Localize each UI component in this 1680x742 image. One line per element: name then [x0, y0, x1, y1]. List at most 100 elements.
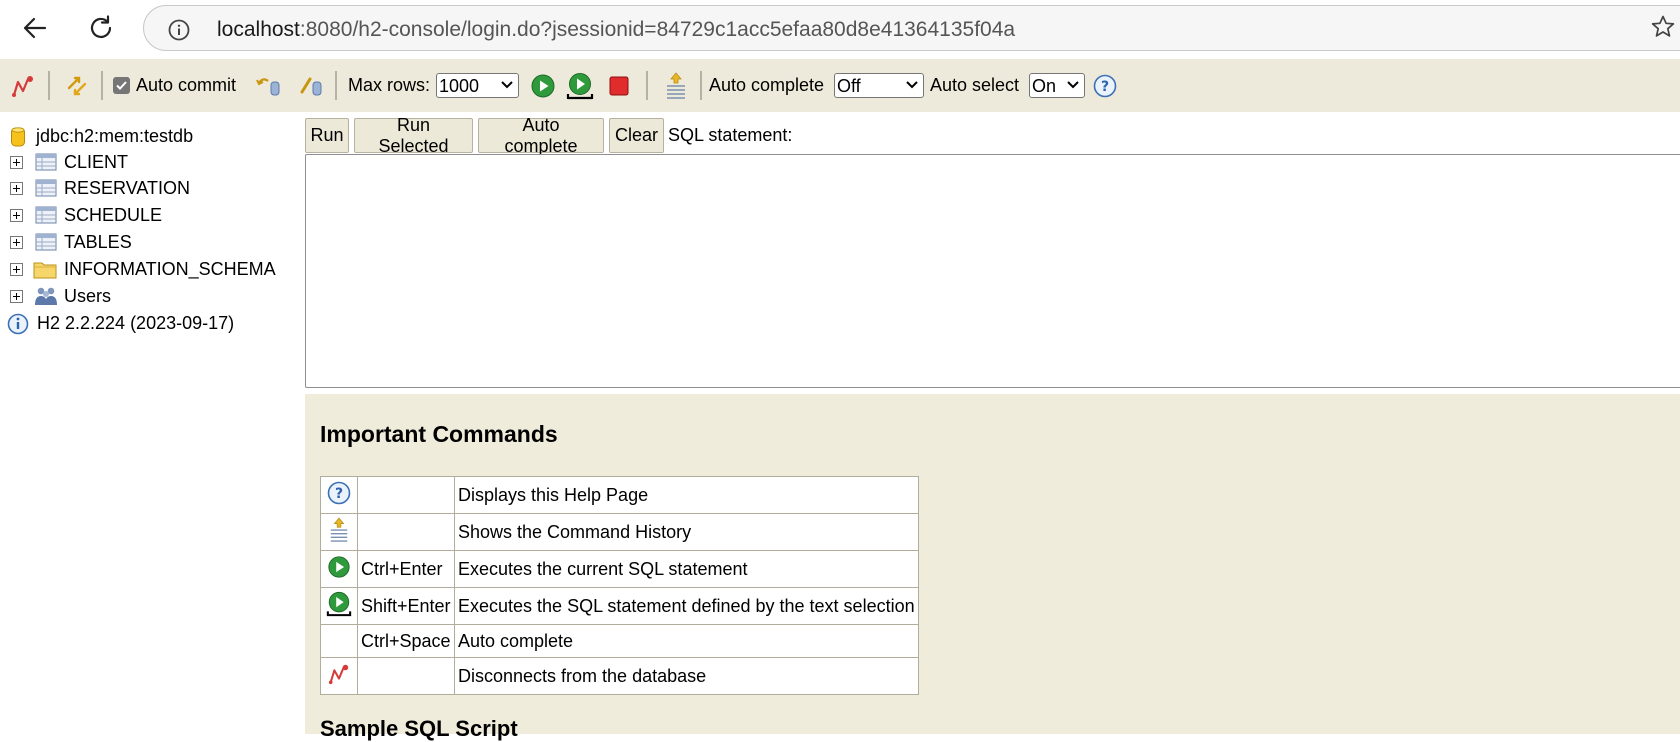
help-button[interactable]: ?	[1093, 59, 1117, 112]
rollback-button[interactable]	[255, 59, 283, 112]
auto-select-select[interactable]: On	[1029, 73, 1085, 98]
auto-complete-button[interactable]: Auto complete	[478, 115, 604, 156]
help-icon: ?	[1093, 74, 1117, 97]
max-rows-label: Max rows:	[348, 75, 431, 95]
tree-node-label: INFORMATION_SCHEMA	[64, 259, 276, 279]
run-selected-query-button[interactable]: Run Selected	[354, 115, 473, 156]
site-info-icon[interactable]	[168, 19, 190, 46]
run-selected-icon	[326, 591, 352, 616]
expand-icon[interactable]	[10, 236, 23, 249]
tree-node-schedule[interactable]: SCHEDULE	[0, 202, 300, 229]
commit-icon	[300, 77, 322, 95]
url-text[interactable]: localhost:8080/h2-console/login.do?jsess…	[217, 18, 1015, 42]
connection-node[interactable]: jdbc:h2:mem:testdb	[10, 123, 193, 150]
expand-icon[interactable]	[10, 263, 23, 276]
reload-button[interactable]	[82, 9, 120, 47]
commit-button[interactable]	[298, 59, 326, 112]
tree-node-tables[interactable]: TABLES	[0, 229, 300, 256]
rollback-icon	[256, 77, 280, 95]
run-icon	[531, 74, 555, 97]
description-cell: Executes the current SQL statement	[454, 550, 919, 588]
shortcut-cell	[357, 513, 455, 551]
description-cell: Auto complete	[454, 624, 919, 658]
tree-node-label: TABLES	[64, 232, 132, 252]
max-rows-select[interactable]: 1000	[436, 73, 519, 98]
bookmark-star-icon[interactable]	[1650, 14, 1676, 45]
sql-statement-label: SQL statement:	[668, 125, 793, 145]
version-node: H2 2.2.224 (2023-09-17)	[7, 310, 234, 337]
users-icon	[35, 287, 57, 305]
connection-label: jdbc:h2:mem:testdb	[36, 126, 194, 146]
table-row: Shows the Command History	[320, 513, 919, 551]
shortcut-cell	[357, 476, 455, 514]
history-icon	[330, 517, 348, 542]
tree-node-client[interactable]: CLIENT	[0, 149, 300, 176]
table-row: Shift+Enter Executes the SQL statement d…	[320, 587, 919, 625]
expand-icon[interactable]	[10, 209, 23, 222]
description-cell: Executes the SQL statement defined by th…	[454, 587, 919, 625]
expand-icon[interactable]	[10, 182, 23, 195]
info-icon	[7, 313, 29, 334]
back-arrow-icon	[23, 17, 47, 39]
help-icon: ?	[327, 481, 351, 504]
auto-commit-toggle[interactable]: Auto commit	[113, 59, 236, 112]
toolbar-separator	[646, 71, 648, 100]
description-cell: Disconnects from the database	[454, 657, 919, 695]
toolbar-separator	[700, 71, 702, 100]
auto-commit-checkbox[interactable]	[113, 77, 130, 94]
run-selected-icon	[566, 72, 594, 99]
description-cell: Shows the Command History	[454, 513, 919, 551]
disconnect-button[interactable]	[10, 59, 36, 112]
disconnect-icon	[328, 664, 349, 684]
database-icon	[11, 126, 25, 146]
tree-node-information-schema[interactable]: INFORMATION_SCHEMA	[0, 256, 300, 283]
tree-node-users[interactable]: Users	[0, 283, 300, 310]
table-icon	[35, 206, 57, 224]
stop-button[interactable]	[608, 59, 630, 112]
auto-commit-label: Auto commit	[136, 75, 237, 95]
h2-toolbar: Auto commit Max rows: 1000 Auto complete…	[0, 59, 1680, 112]
shortcut-cell: Shift+Enter	[357, 587, 455, 625]
run-query-button[interactable]: Run	[305, 118, 349, 153]
table-icon	[35, 179, 57, 197]
disconnect-icon	[12, 75, 33, 97]
run-button[interactable]	[530, 59, 556, 112]
help-title: Important Commands	[320, 421, 558, 447]
browser-toolbar: localhost:8080/h2-console/login.do?jsess…	[0, 0, 1680, 56]
address-bar[interactable]: localhost:8080/h2-console/login.do?jsess…	[143, 5, 1680, 51]
folder-icon	[33, 262, 57, 279]
history-button[interactable]	[664, 59, 688, 112]
svg-text:?: ?	[335, 486, 343, 502]
stop-icon	[609, 76, 629, 95]
tree-node-reservation[interactable]: RESERVATION	[0, 175, 300, 202]
sql-editor[interactable]	[305, 154, 1680, 388]
clear-button[interactable]: Clear	[609, 118, 664, 153]
toolbar-separator	[101, 71, 103, 100]
tree-node-label: Users	[64, 286, 112, 306]
commands-table: ? Displays this Help Page Shows the Comm…	[320, 476, 919, 695]
toolbar-separator	[48, 71, 50, 100]
run-selected-button[interactable]	[566, 59, 594, 112]
tree-node-label: SCHEDULE	[64, 205, 163, 225]
run-icon	[328, 555, 350, 578]
description-cell: Displays this Help Page	[454, 476, 919, 514]
table-row: Ctrl+Enter Executes the current SQL stat…	[320, 550, 919, 588]
toolbar-separator	[335, 71, 337, 100]
refresh-button[interactable]	[64, 59, 90, 112]
history-icon	[667, 71, 685, 99]
refresh-icon	[67, 76, 87, 95]
table-row: Ctrl+Space Auto complete	[320, 624, 919, 658]
tree-node-label: CLIENT	[64, 152, 129, 172]
version-label: H2 2.2.224 (2023-09-17)	[37, 313, 235, 333]
table-icon	[35, 233, 57, 251]
expand-icon[interactable]	[10, 290, 23, 303]
back-button[interactable]	[16, 9, 54, 47]
auto-complete-label: Auto complete	[709, 75, 825, 95]
shortcut-cell: Ctrl+Space	[357, 624, 455, 658]
reload-icon	[90, 15, 112, 38]
auto-complete-select[interactable]: Off	[834, 73, 924, 98]
expand-icon[interactable]	[10, 156, 23, 169]
table-row: ? Displays this Help Page	[320, 476, 919, 514]
shortcut-cell	[357, 657, 455, 695]
svg-text:?: ?	[1101, 79, 1109, 95]
